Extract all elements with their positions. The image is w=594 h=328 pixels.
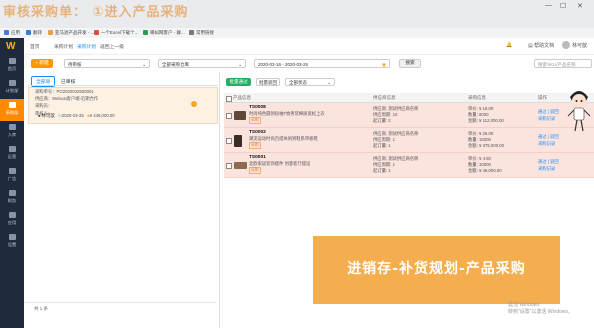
caption-text: 进销存-补货规划-产品采购 (347, 261, 526, 277)
product-tag: 采购 (249, 142, 261, 149)
bookmark-icon (48, 30, 53, 36)
product-code[interactable]: TS0008 (249, 105, 266, 110)
minimize-icon[interactable]: — (545, 2, 552, 9)
min-order: 起订量: 1 (373, 168, 391, 173)
order-supplier: 供应商：Webcat客户端-近期合作 (35, 96, 99, 101)
amount: 金额: ¥ 375,000.00 (468, 143, 505, 148)
sku-search-input[interactable]: 搜索SKU/产品名称 (534, 59, 592, 68)
bookmark-apps[interactable]: 应用 (4, 30, 20, 36)
chart-icon (8, 146, 16, 152)
product-thumbnail (234, 162, 247, 169)
approve-reject-link[interactable]: 通过 | 驳回 (538, 159, 559, 165)
product-tag: 采购 (249, 117, 261, 124)
home-icon (8, 58, 16, 64)
breadcrumb-current[interactable]: 采购计划 (77, 43, 96, 50)
row-checkbox[interactable] (226, 113, 232, 119)
bookmark-translate[interactable]: 翻译 (26, 30, 42, 36)
bookmark-icon (94, 30, 99, 36)
col-purchase: 采购信息 (468, 95, 486, 100)
search-button[interactable]: 搜索 (399, 59, 421, 68)
folder-icon (189, 30, 194, 36)
video-banner-title: 审核采购单： ①进入产品采购 (3, 5, 189, 20)
sidebar-item-apps[interactable]: 应用 (0, 209, 24, 231)
maximize-icon[interactable]: ☐ (560, 2, 566, 10)
row-checkbox[interactable] (226, 163, 232, 169)
sidebar-item-home[interactable]: 首页 (0, 55, 24, 77)
approve-reject-link[interactable]: 通过 | 驳回 (538, 134, 559, 140)
grid-icon (8, 212, 16, 218)
chevron-down-icon: ⌄ (327, 80, 331, 85)
box-icon (8, 124, 16, 130)
activation-watermark: 激活 Windows 转到“设置”以激活 Windows。 (508, 302, 574, 315)
plan-icon (8, 80, 16, 86)
calendar-icon: ▣ (381, 62, 386, 67)
batch-reject-button[interactable]: 批量驳回 (256, 78, 280, 86)
bookmark-icon (143, 30, 148, 36)
apps-icon (4, 30, 9, 36)
product-code[interactable]: TS0001 (249, 155, 266, 160)
avatar[interactable] (562, 41, 570, 49)
date-range-picker[interactable]: 2020-03-16 - 2020-03-25 ▣ (254, 59, 390, 68)
purchase-record-link[interactable]: 采购记录 (538, 141, 555, 147)
batch-approve-button[interactable]: 批量通过 (226, 78, 251, 86)
user-name[interactable]: 林可歆 (572, 42, 587, 49)
product-thumbnail (234, 111, 246, 120)
product-thumbnail (234, 135, 242, 147)
sidebar-item-ops[interactable]: 运营 (0, 143, 24, 165)
new-order-button[interactable]: + 新建 (31, 59, 53, 68)
sidebar-item-plan[interactable]: 计划部 (0, 77, 24, 99)
status-filter-select[interactable]: 全部状态 ⌄ (285, 78, 335, 86)
gear-icon (8, 234, 16, 240)
sidebar-item-purchase[interactable]: 采购部 (0, 99, 24, 121)
wallet-icon (8, 190, 16, 196)
approve-reject-link[interactable]: 通过 | 驳回 (538, 109, 559, 115)
status-dot-icon (191, 101, 197, 107)
translate-icon (26, 30, 31, 36)
help-docs-link[interactable]: ▤ 帮助文档 (528, 42, 554, 49)
select-all-checkbox[interactable] (226, 96, 232, 102)
close-icon[interactable]: ✕ (577, 2, 583, 10)
chevron-down-icon: ⌄ (238, 62, 242, 67)
megaphone-icon (8, 168, 16, 174)
min-order: 起订量: 1 (373, 143, 391, 148)
purchase-record-link[interactable]: 采购记录 (538, 166, 555, 172)
sidebar-item-finance[interactable]: 财务 (0, 187, 24, 209)
bookmark-excel[interactable]: 一个Excel下载个... (94, 30, 138, 36)
pagination-footer: 共 1 条 (24, 302, 216, 315)
order-creator: ● 林可歆 (38, 113, 55, 118)
product-tag: 采购 (249, 167, 261, 174)
cartoon-character-icon (567, 91, 591, 132)
purchase-record-link[interactable]: 采购记录 (538, 116, 555, 122)
order-number: 采购单号：PO2020032500001 (35, 89, 94, 94)
divider (28, 85, 218, 86)
min-order: 起订量: 2 (373, 118, 391, 123)
sidebar-item-stock[interactable]: 入库 (0, 121, 24, 143)
product-code[interactable]: TS0002 (249, 130, 266, 135)
cart-icon (8, 102, 16, 108)
back-link[interactable]: 返回上一级 (100, 43, 124, 50)
amount: 金额: ¥ 46,000.00 (468, 168, 502, 173)
breadcrumb-home[interactable]: 首页 (30, 43, 40, 50)
sidebar-item-settings[interactable]: 设置 (0, 231, 24, 253)
col-product: 产品信息 (233, 95, 251, 100)
sidebar-item-ads[interactable]: 广告 (0, 165, 24, 187)
amount: 金额: ¥ 112,000.00 (468, 118, 504, 123)
app-logo: W (6, 41, 16, 52)
bell-icon[interactable]: 🔔 (506, 42, 512, 48)
panel-divider (219, 72, 220, 328)
warehouse-select[interactable]: 全部采购仓库 ⌄ (158, 59, 246, 68)
order-buyer: 采购员： (35, 103, 53, 108)
breadcrumb-plan[interactable]: 采购计划 (54, 43, 73, 50)
bookmark-customers[interactable]: 蝌蚪网客户 - 群... (143, 30, 185, 36)
chevron-down-icon: ⌄ (142, 62, 146, 67)
status-select[interactable]: 待审核 ⌄ (64, 59, 150, 68)
bookmark-links[interactable]: 常用链接 (189, 30, 214, 36)
bookmark-amazon[interactable]: 亚马逊产品开发 - ... (48, 30, 94, 36)
col-supplier: 供应商信息 (373, 95, 396, 100)
order-date: ◷2020-03-25 (58, 113, 84, 118)
order-amount: ●¥ 448,000.00 (87, 113, 115, 118)
col-actions: 操作 (538, 95, 547, 100)
row-checkbox[interactable] (226, 138, 232, 144)
